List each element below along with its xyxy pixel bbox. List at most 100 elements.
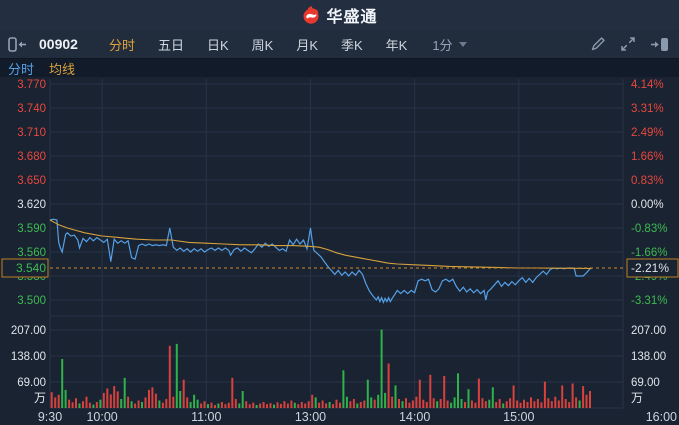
pct-axis-label: 3.31%: [631, 103, 664, 115]
volume-bar: [144, 397, 147, 408]
pct-axis-label: 0.83%: [631, 175, 664, 187]
volume-bar: [175, 343, 178, 408]
volume-bar: [436, 401, 439, 408]
volume-axis-label: 138.00: [631, 351, 666, 363]
price-axis-label: 3.650: [17, 175, 46, 187]
volume-bar: [318, 402, 321, 408]
time-axis-label: 13:00: [295, 410, 326, 424]
volume-bar: [530, 397, 532, 408]
volume-bar: [168, 345, 171, 408]
volume-bar: [102, 392, 105, 408]
volume-bar: [373, 399, 376, 408]
volume-bar: [523, 399, 525, 408]
volume-bar: [457, 373, 459, 408]
collapse-panel-left-icon[interactable]: [8, 36, 27, 52]
volume-axis-label: 207.00: [11, 325, 46, 337]
volume-bar: [446, 400, 449, 408]
volume-unit-label: 万: [34, 391, 46, 405]
volume-bar: [359, 402, 362, 408]
volume-bar: [210, 402, 213, 408]
volume-bar: [227, 402, 230, 408]
pencil-icon[interactable]: [590, 36, 606, 52]
volume-bar: [165, 399, 168, 408]
legend-item-fenshi-line[interactable]: 分时: [8, 59, 34, 78]
volume-bar: [578, 400, 581, 408]
volume-bar: [481, 398, 484, 408]
volume-bar: [405, 398, 407, 408]
volume-axis-label: 207.00: [631, 325, 666, 337]
volume-bar: [248, 404, 251, 408]
volume-bar: [325, 403, 328, 408]
legend-item-junxian-line[interactable]: 均线: [49, 59, 75, 78]
volume-bar: [99, 399, 102, 408]
volume-bar: [85, 396, 88, 408]
volume-bar: [57, 394, 60, 408]
volume-bar: [470, 400, 473, 408]
volume-bar: [193, 394, 196, 408]
volume-bar: [179, 391, 182, 408]
volume-bar: [259, 403, 262, 408]
volume-bar: [356, 403, 359, 408]
volume-bar: [50, 392, 53, 408]
volume-unit-label: 万: [631, 391, 643, 405]
volume-bar: [328, 402, 331, 408]
volume-bar: [300, 402, 303, 408]
period-tab-jik[interactable]: 季K: [336, 33, 368, 56]
last-change-tag-label: -2.21%: [631, 261, 669, 275]
volume-bar: [561, 385, 564, 408]
volume-bar: [488, 399, 491, 408]
volume-bar: [276, 402, 279, 408]
volume-bar: [283, 401, 286, 408]
volume-bar: [387, 363, 390, 408]
volume-bar: [214, 405, 216, 408]
volume-bar: [332, 404, 334, 408]
volume-bar: [203, 401, 206, 408]
volume-bar: [352, 399, 355, 408]
price-axis-label: 3.590: [17, 223, 46, 235]
pct-axis-label: 2.49%: [631, 127, 664, 139]
period-tab-fenshi[interactable]: 分时: [104, 33, 140, 56]
period-tab-rik[interactable]: 日K: [202, 33, 234, 56]
volume-bar: [432, 398, 435, 408]
volume-bar: [321, 400, 324, 408]
period-tab-yuek[interactable]: 月K: [291, 33, 323, 56]
volume-bar: [422, 399, 425, 408]
volume-bar: [54, 397, 57, 408]
open-panel-right-icon[interactable]: [650, 37, 669, 52]
volume-bar: [113, 386, 116, 408]
period-tab-niank[interactable]: 年K: [381, 33, 413, 56]
pct-axis-label: -1.66%: [631, 247, 667, 259]
volume-bar: [234, 399, 237, 408]
volume-bar: [68, 399, 71, 408]
pct-axis-label: 0.00%: [631, 199, 664, 211]
volume-bar: [293, 402, 296, 408]
volume-bar: [116, 391, 119, 408]
volume-bar: [536, 399, 539, 408]
volume-bar: [589, 391, 591, 408]
volume-bar: [255, 405, 258, 408]
volume-bar: [550, 401, 553, 408]
volume-bar: [196, 399, 199, 408]
volume-bar: [394, 385, 397, 408]
volume-bar: [189, 402, 192, 408]
volume-bar: [384, 392, 387, 408]
series-legend: 分时 均线: [0, 59, 679, 77]
volume-bar: [161, 402, 164, 408]
volume-bar: [460, 399, 463, 408]
period-tab-zhouk[interactable]: 周K: [247, 33, 279, 56]
time-axis-label: 10:00: [86, 410, 117, 424]
volume-bar: [526, 402, 529, 408]
expand-icon[interactable]: [620, 36, 636, 52]
volume-bar: [137, 400, 140, 408]
app-header: 华盛通: [0, 0, 679, 30]
volume-bar: [450, 402, 453, 408]
interval-dropdown[interactable]: 1分: [432, 35, 467, 54]
chevron-down-icon: [458, 41, 467, 47]
volume-bar: [314, 397, 317, 408]
volume-axis-label: 138.00: [11, 351, 46, 363]
volume-bar: [425, 402, 428, 408]
period-tabs: 分时 五日 日K 周K 月K 季K 年K: [104, 33, 412, 56]
period-tab-wuri[interactable]: 五日: [153, 33, 189, 56]
time-axis-label: 16:00: [646, 410, 677, 424]
price-axis-label: 3.500: [17, 295, 46, 307]
